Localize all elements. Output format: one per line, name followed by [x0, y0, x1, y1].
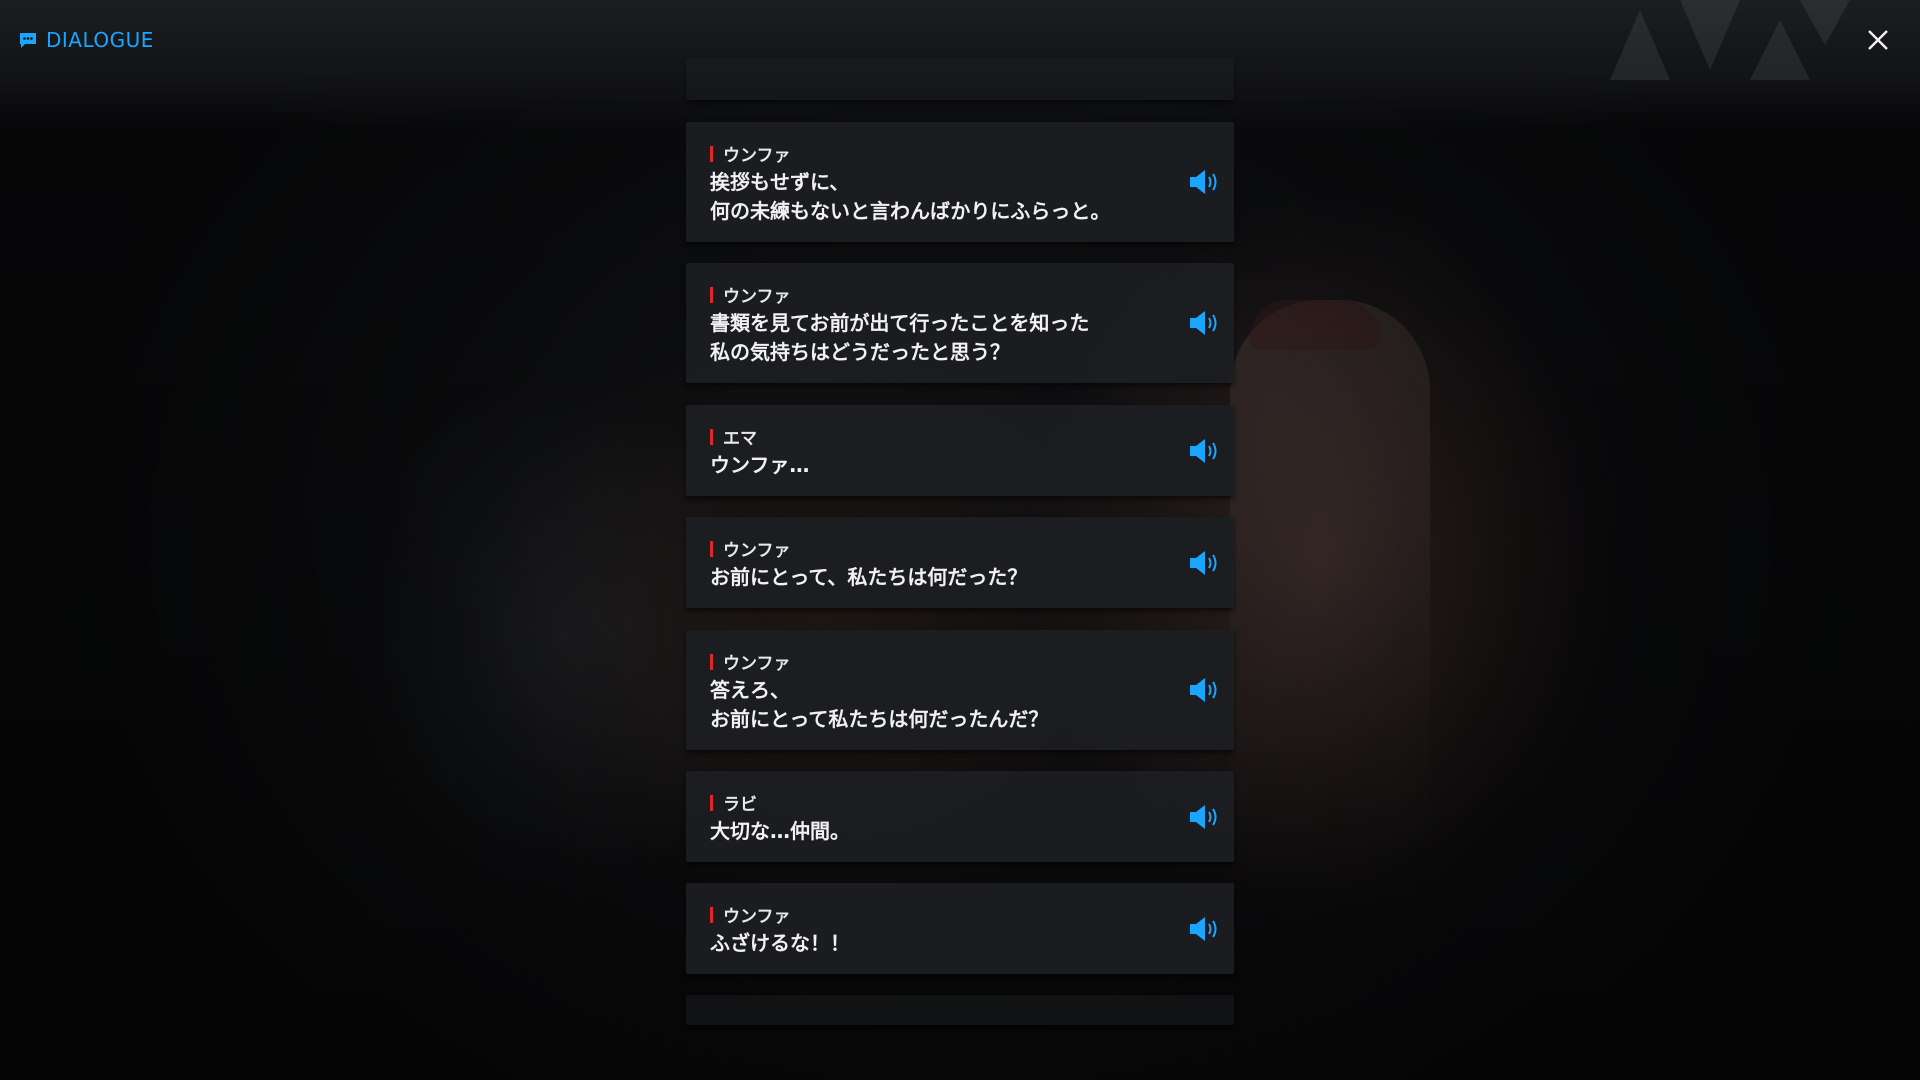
speaker-name: ラビ	[723, 795, 757, 815]
speaker-marker	[710, 906, 713, 923]
dialogue-line: お前にとって、私たちは何だった？	[710, 565, 1028, 589]
dialogue-line: 挨拶もせずに、	[710, 170, 850, 194]
dialogue-log-screen: DIALOGUE ウンファ 挨拶もせずに、 何の未練もないと言わんばかりにふらっ…	[0, 0, 1920, 1080]
voice-play-icon[interactable]	[1188, 802, 1224, 832]
dialogue-list[interactable]: ウンファ 挨拶もせずに、 何の未練もないと言わんばかりにふらっと。 ウンファ 書…	[686, 0, 1234, 1080]
speaker-name: ウンファ	[723, 146, 791, 166]
header-title-group: DIALOGUE	[18, 28, 154, 52]
chat-bubble-icon	[20, 33, 36, 48]
speaker-name: ウンファ	[723, 907, 791, 927]
dialogue-line: ふざけるな！！	[710, 931, 850, 955]
speaker-tag: ウンファ	[710, 141, 791, 166]
speaker-marker	[710, 540, 713, 557]
page-title: DIALOGUE	[46, 28, 154, 52]
speaker-tag: ラビ	[710, 790, 757, 815]
background-character-hat	[1250, 300, 1380, 350]
speaker-marker	[710, 428, 713, 445]
dialogue-line: 大切な…仲間。	[710, 819, 850, 843]
speaker-tag: ウンファ	[710, 902, 791, 927]
dialogue-entry: ウンファ ふざけるな！！	[686, 883, 1234, 974]
speaker-marker	[710, 794, 713, 811]
speaker-tag: エマ	[710, 424, 757, 449]
speaker-tag: ウンファ	[710, 282, 791, 307]
voice-play-icon[interactable]	[1188, 167, 1224, 197]
speaker-marker	[710, 145, 713, 162]
speaker-name: ウンファ	[723, 654, 791, 674]
decorative-triangles	[1610, 0, 1850, 80]
dialogue-entry: エマ ウンファ…	[686, 405, 1234, 496]
voice-play-icon[interactable]	[1188, 436, 1224, 466]
dialogue-line: 何の未練もないと言わんばかりにふらっと。	[710, 199, 1111, 223]
dialogue-line: 私の気持ちはどうだったと思う？	[710, 340, 1010, 364]
dialogue-line: お前にとって私たちは何だったんだ？	[710, 707, 1049, 731]
dialogue-line: 書類を見てお前が出て行ったことを知った	[710, 311, 1090, 335]
dialogue-entry: ウンファ 挨拶もせずに、 何の未練もないと言わんばかりにふらっと。	[686, 122, 1234, 242]
dialogue-entry: ラビ 大切な…仲間。	[686, 771, 1234, 862]
dialogue-card-partial	[686, 995, 1234, 1025]
voice-play-icon[interactable]	[1188, 675, 1224, 705]
dialogue-line: 答えろ、	[710, 678, 790, 702]
voice-play-icon[interactable]	[1188, 308, 1224, 338]
speaker-marker	[710, 653, 713, 670]
speaker-marker	[710, 286, 713, 303]
speaker-name: ウンファ	[723, 287, 791, 307]
dialogue-line: ウンファ…	[710, 453, 810, 477]
voice-play-icon[interactable]	[1188, 914, 1224, 944]
speaker-tag: ウンファ	[710, 536, 791, 561]
dialogue-entry: ウンファ 書類を見てお前が出て行ったことを知った 私の気持ちはどうだったと思う？	[686, 263, 1234, 383]
speaker-tag: ウンファ	[710, 649, 791, 674]
background-character-art	[1230, 300, 1430, 860]
close-icon[interactable]	[1860, 22, 1896, 58]
speaker-name: エマ	[723, 429, 757, 449]
dialogue-entry: ウンファ 答えろ、 お前にとって私たちは何だったんだ？	[686, 630, 1234, 750]
dialogue-entry: ウンファ お前にとって、私たちは何だった？	[686, 517, 1234, 608]
voice-play-icon[interactable]	[1188, 548, 1224, 578]
dialogue-card-partial	[686, 58, 1234, 100]
speaker-name: ウンファ	[723, 541, 791, 561]
